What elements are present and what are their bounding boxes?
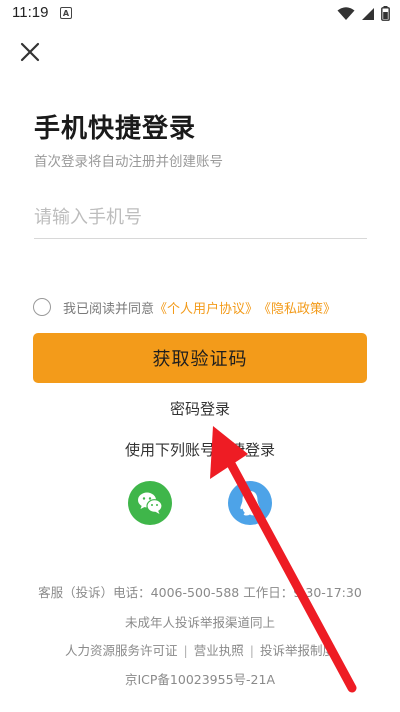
hr-license-link[interactable]: 人力资源服务许可证 [65, 643, 178, 658]
phone-input[interactable] [34, 196, 367, 239]
wechat-login-button[interactable] [128, 481, 172, 525]
complaint-policy-link[interactable]: 投诉举报制度 [260, 643, 335, 658]
qq-icon [240, 491, 260, 516]
user-agreement-link[interactable]: 《个人用户协议》 [154, 298, 258, 317]
icp-text: 京ICP备10023955号-21A [124, 672, 276, 687]
wifi-icon [337, 6, 355, 20]
page-subtitle: 首次登录将自动注册并创建账号 [34, 154, 223, 170]
wechat-icon [138, 492, 163, 514]
status-bar: 11:19 A [0, 0, 400, 30]
business-license-link[interactable]: 营业执照 [194, 643, 244, 658]
page-title: 手机快捷登录 [34, 114, 197, 144]
agreement-checkbox[interactable] [33, 298, 51, 316]
close-button[interactable] [18, 40, 42, 64]
other-login-title: 使用下列账号快捷登录 [124, 441, 275, 459]
agreement-row: 我已阅读并同意 《个人用户协议》 《隐私政策》 [33, 296, 336, 318]
qq-login-button[interactable] [228, 481, 272, 525]
get-code-button[interactable]: 获取验证码 [33, 333, 367, 383]
agreement-text: 我已阅读并同意 [63, 301, 155, 317]
close-icon [20, 42, 40, 62]
footer-separator: | [183, 643, 188, 658]
password-login-link[interactable]: 密码登录 [0, 398, 400, 419]
customer-service-text: 客服（投诉）电话：4006-500-588 工作日：9:30-17:30 [38, 585, 362, 600]
notification-badge-icon: A [60, 7, 72, 19]
status-icons [337, 6, 390, 21]
minor-report-text: 未成年人投诉举报渠道同上 [124, 615, 275, 630]
footer-separator: | [249, 643, 254, 658]
signal-icon [362, 7, 374, 20]
battery-icon [381, 6, 390, 21]
footer-links: 人力资源服务许可证 | 营业执照 | 投诉举报制度 [0, 640, 400, 659]
status-time: 11:19 [12, 4, 49, 21]
privacy-policy-link[interactable]: 《隐私政策》 [258, 298, 336, 317]
